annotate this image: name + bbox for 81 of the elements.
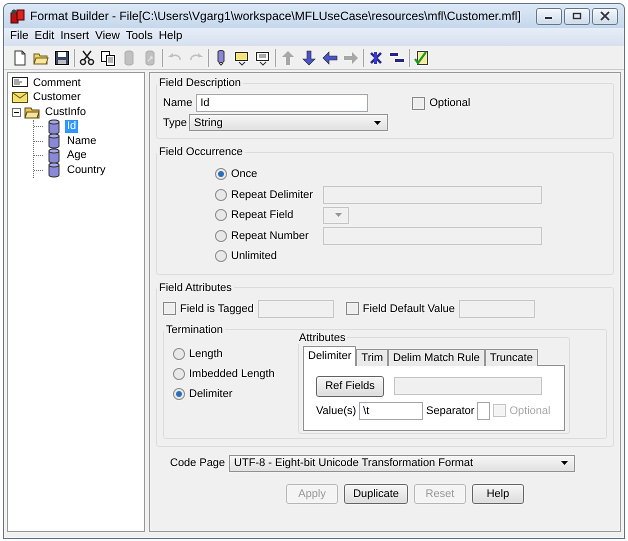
- checkbox-label: Field is Tagged: [180, 302, 254, 314]
- field-label: Value(s): [316, 404, 356, 416]
- section-title: Attributes: [298, 332, 346, 344]
- radio-button[interactable]: [215, 230, 227, 242]
- cylinder-icon: [46, 162, 62, 178]
- radio-label: Imbedded Length: [189, 368, 275, 380]
- dialog-button[interactable]: Duplicate: [344, 484, 408, 504]
- caret-icon: [335, 213, 342, 218]
- field-label: Separator: [426, 404, 474, 416]
- tree-item[interactable]: Customer: [31, 91, 83, 104]
- envelope-icon: [12, 90, 28, 106]
- type-dropdown[interactable]: String: [189, 114, 388, 131]
- code-page-dropdown[interactable]: UTF-8 - Eight-bit Unicode Transformation Format: [229, 454, 576, 472]
- window-title: Format Builder - File[C:\Users\Vgarg1\workspace\MFLUseCase\resources\mfl\Customer.mfl]: [30, 9, 522, 23]
- checkbox-label: Field Default Value: [362, 302, 455, 314]
- plus-cross-icon[interactable]: [368, 50, 384, 66]
- radio-label: Delimiter: [189, 388, 232, 400]
- radio-button[interactable]: [173, 368, 185, 380]
- repeat-field-dropdown[interactable]: [323, 206, 349, 224]
- section-title: Field Attributes: [158, 282, 233, 294]
- tab[interactable]: Delim Match Rule: [388, 348, 485, 366]
- checkbox[interactable]: [163, 302, 176, 315]
- tree-item[interactable]: Comment: [31, 76, 83, 90]
- menu-item[interactable]: Tools: [126, 30, 153, 44]
- field-label: Type: [163, 116, 185, 128]
- close-button[interactable]: [592, 8, 618, 24]
- checkbox[interactable]: [412, 96, 426, 110]
- cylinder-icon: [46, 118, 62, 135]
- cylinder-icon: [46, 133, 62, 150]
- radio-button[interactable]: [215, 168, 227, 180]
- radio-label: Once: [231, 168, 258, 180]
- checklist-icon[interactable]: [414, 50, 430, 66]
- new-file-icon[interactable]: [12, 50, 28, 66]
- menu-item[interactable]: View: [95, 30, 120, 44]
- cylinder-icon: [46, 148, 62, 164]
- arrow-left-icon[interactable]: [322, 50, 338, 66]
- tab[interactable]: Delimiter: [303, 346, 356, 366]
- expander-icon[interactable]: [12, 108, 21, 117]
- radio-label: Unlimited: [231, 250, 278, 262]
- caret-icon: [374, 120, 381, 124]
- radio-label: Repeat Delimiter: [231, 188, 314, 201]
- scissors-icon[interactable]: [79, 50, 95, 66]
- menu-item[interactable]: Edit: [34, 30, 54, 44]
- menu-item[interactable]: Insert: [60, 30, 90, 44]
- minimize-button[interactable]: [536, 8, 562, 24]
- comment-arrow-icon[interactable]: [255, 50, 271, 66]
- radio-label: Length: [189, 348, 223, 360]
- radio-button[interactable]: [173, 388, 185, 400]
- app-icon: [10, 8, 26, 24]
- ref-fields-button[interactable]: Ref Fields: [316, 376, 384, 396]
- tree-item[interactable]: Country: [65, 164, 108, 177]
- checkbox[interactable]: [346, 302, 359, 315]
- section-title: Field Occurrence: [158, 146, 244, 158]
- tab[interactable]: Trim: [356, 348, 388, 366]
- checkbox-label: Optional: [429, 97, 470, 109]
- menu-item[interactable]: Help: [158, 30, 182, 44]
- menu-item[interactable]: File: [10, 30, 29, 44]
- maximize-button[interactable]: [564, 8, 590, 24]
- radio-label: Repeat Field: [231, 209, 294, 222]
- field-label: Code Page: [170, 457, 226, 469]
- radio-button[interactable]: [173, 348, 185, 360]
- input-field[interactable]: \t: [359, 402, 424, 420]
- radio-label: Repeat Number: [231, 230, 310, 242]
- checkbox-label: Optional: [509, 404, 550, 416]
- copy-icon[interactable]: [100, 50, 116, 66]
- tree-item[interactable]: Name: [65, 134, 98, 148]
- field-label: Name: [163, 97, 192, 109]
- arrow-down-icon[interactable]: [301, 50, 317, 66]
- radio-button[interactable]: [215, 209, 227, 222]
- tab[interactable]: Truncate: [484, 348, 538, 366]
- caret-icon: [561, 461, 568, 465]
- tree-item[interactable]: CustInfo: [43, 106, 88, 119]
- section-title: Field Description: [158, 77, 242, 89]
- radio-button[interactable]: [215, 250, 227, 262]
- input-field[interactable]: Id: [196, 94, 368, 112]
- dialog-button[interactable]: Help: [472, 484, 524, 504]
- radio-button[interactable]: [215, 188, 227, 201]
- input-field[interactable]: [477, 402, 490, 420]
- tree-item[interactable]: Age: [65, 149, 89, 162]
- section-title: Termination: [165, 324, 224, 336]
- note-arrow-icon[interactable]: [234, 50, 250, 66]
